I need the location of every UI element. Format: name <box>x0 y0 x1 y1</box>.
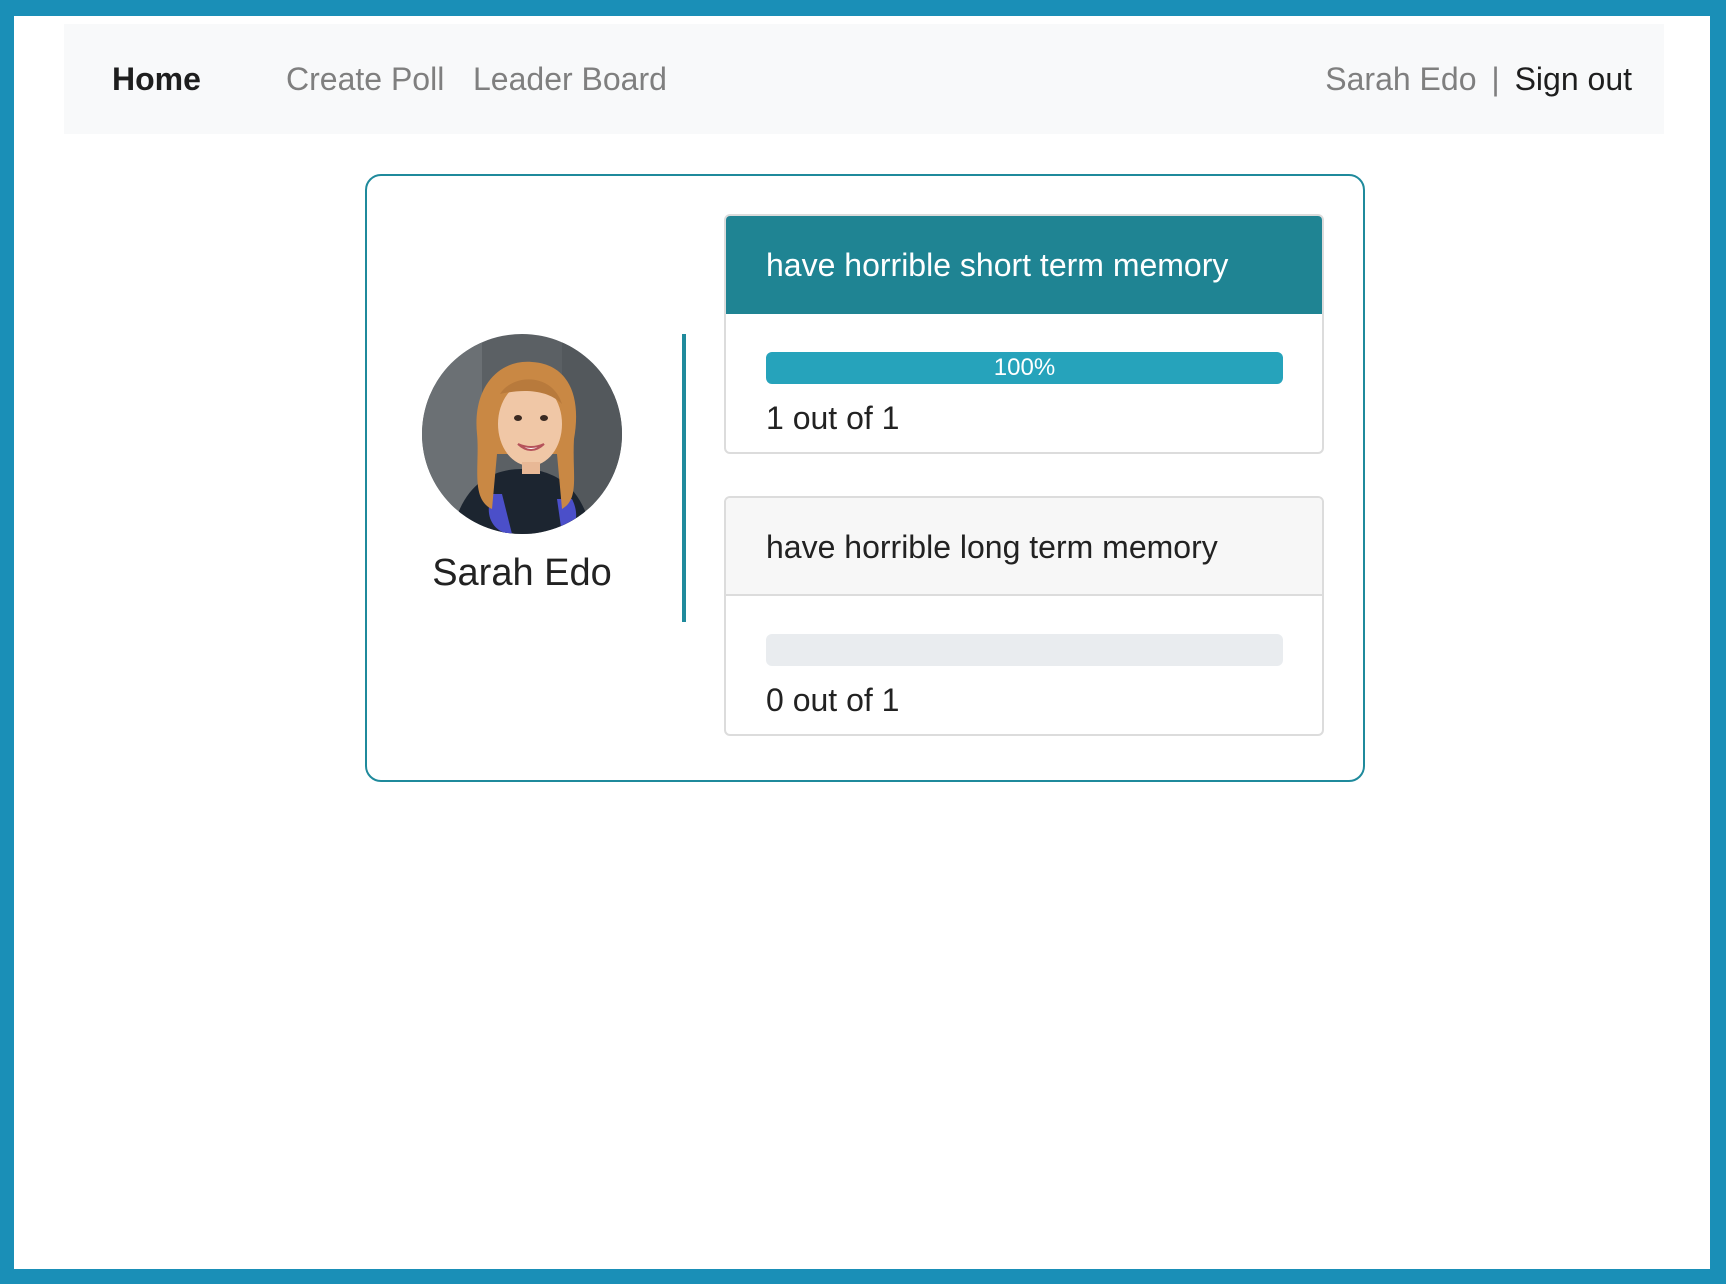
avatar-photo <box>422 334 622 534</box>
vote-count: 1 out of 1 <box>766 400 900 436</box>
poll-results-card: Sarah Edo have horrible short term memor… <box>365 174 1365 782</box>
nav-separator: | <box>1491 61 1500 97</box>
nav-create-poll-link[interactable]: Create Poll <box>286 24 444 134</box>
avatar <box>422 334 622 534</box>
sign-out-link[interactable]: Sign out <box>1515 61 1632 97</box>
vote-count: 0 out of 1 <box>766 682 900 718</box>
option-body: 0 out of 1 <box>726 596 1322 734</box>
nav-user-area: Sarah Edo | Sign out <box>1325 24 1632 134</box>
vertical-divider <box>682 334 686 622</box>
vote-progress-bar: 100% <box>766 352 1283 384</box>
vote-progress-bar <box>766 634 1283 666</box>
option-title: have horrible short term memory <box>726 216 1322 314</box>
option-title: have horrible long term memory <box>726 498 1322 596</box>
app-frame: Home Create Poll Leader Board Sarah Edo … <box>14 16 1710 1269</box>
navbar: Home Create Poll Leader Board Sarah Edo … <box>64 24 1664 134</box>
progress-fill: 100% <box>766 352 1283 384</box>
poll-option-selected: have horrible short term memory 100% 1 o… <box>724 214 1324 454</box>
nav-leader-board-link[interactable]: Leader Board <box>473 24 667 134</box>
option-body: 100% 1 out of 1 <box>726 314 1322 452</box>
nav-home-link[interactable]: Home <box>112 24 201 134</box>
author-name: Sarah Edo <box>432 552 612 594</box>
nav-user-name: Sarah Edo <box>1325 61 1477 97</box>
poll-option: have horrible long term memory 0 out of … <box>724 496 1324 736</box>
